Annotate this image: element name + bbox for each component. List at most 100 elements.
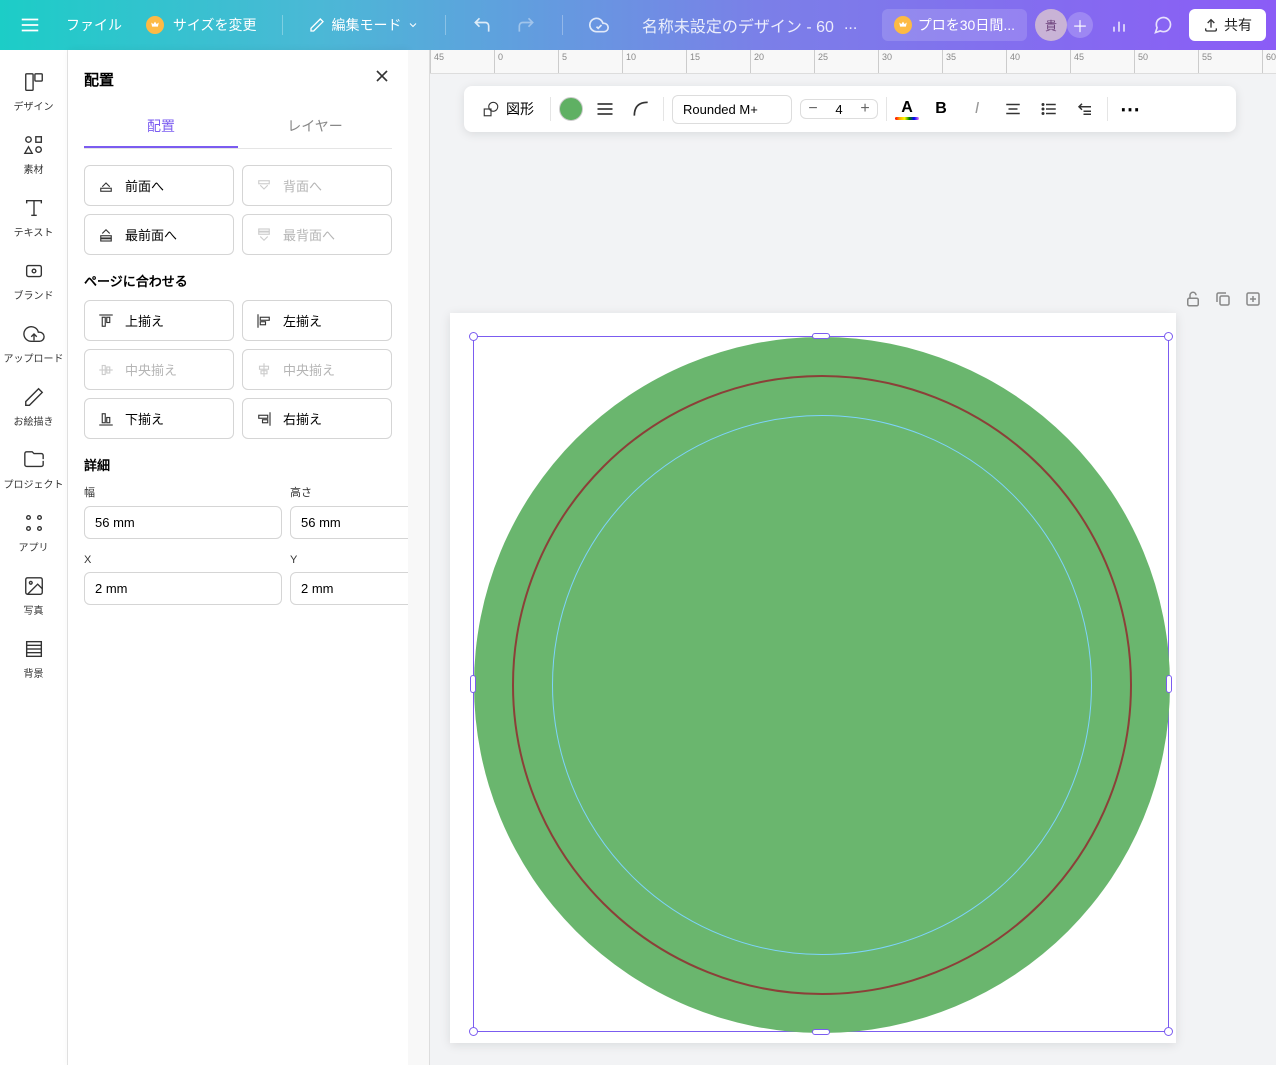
design-icon (22, 70, 46, 94)
align-left-button[interactable]: 左揃え (242, 300, 392, 341)
rail-background[interactable]: 背景 (0, 627, 67, 690)
ruler-horizontal: 45051015202530354045505560 (430, 50, 1276, 74)
forward-icon (97, 177, 115, 195)
apps-icon (22, 511, 46, 535)
selection-box[interactable] (473, 336, 1169, 1032)
menu-button[interactable] (10, 5, 50, 45)
backward-button: 背面へ (242, 165, 392, 206)
handle-right[interactable] (1166, 675, 1172, 693)
side-rail: デザイン 素材 テキスト ブランド アップロード お絵描き プロジェクト アプ (0, 50, 68, 1065)
detail-section-title: 詳細 (84, 455, 392, 474)
rail-elements[interactable]: 素材 (0, 123, 67, 186)
handle-bottom-left[interactable] (469, 1027, 478, 1036)
redo-button[interactable] (508, 7, 544, 43)
handle-top-left[interactable] (469, 332, 478, 341)
close-button[interactable] (372, 66, 392, 92)
rail-project[interactable]: プロジェクト (0, 438, 67, 501)
corner-icon (631, 99, 651, 119)
chevron-down-icon (407, 19, 419, 31)
cloud-sync-icon[interactable] (581, 7, 617, 43)
context-toolbar: 図形 Rounded M+ − 4 + A B I (464, 86, 1236, 132)
comment-button[interactable] (1145, 7, 1181, 43)
corner-style-button[interactable] (627, 95, 655, 123)
font-size-plus[interactable]: + (853, 100, 877, 118)
ruler-tick: 40 (1006, 50, 1070, 73)
font-size-value[interactable]: 4 (825, 102, 853, 117)
add-member-button[interactable]: ＋ (1067, 12, 1093, 38)
upload-icon (1203, 17, 1219, 33)
forward-button[interactable]: 前面へ (84, 165, 234, 206)
document-title[interactable]: 名称未設定のデザイン - 60 ... (625, 13, 873, 37)
pro-trial-button[interactable]: プロを30日間... (882, 9, 1027, 41)
italic-button[interactable]: I (963, 95, 991, 123)
ruler-tick: 10 (622, 50, 686, 73)
font-size-minus[interactable]: − (801, 100, 825, 118)
shape-button[interactable]: 図形 (474, 95, 542, 123)
analytics-button[interactable] (1101, 7, 1137, 43)
background-icon (22, 637, 46, 661)
rail-design[interactable]: デザイン (0, 60, 67, 123)
ruler-tick: 50 (1134, 50, 1198, 73)
rail-text[interactable]: テキスト (0, 186, 67, 249)
handle-top-right[interactable] (1164, 332, 1173, 341)
handle-bottom[interactable] (812, 1029, 830, 1035)
file-menu[interactable]: ファイル (58, 15, 130, 35)
rail-brand[interactable]: ブランド (0, 249, 67, 312)
resize-button[interactable]: サイズを変更 (138, 15, 264, 35)
more-button[interactable]: ⋯ (1116, 95, 1144, 123)
canvas-area: 45051015202530354045505560 図形 Rounded M+… (408, 50, 1276, 1065)
app-header: ファイル サイズを変更 編集モード 名称未設定のデザイン - 60 ... プロ… (0, 0, 1276, 50)
align-bottom-button[interactable]: 下揃え (84, 398, 234, 439)
upload-icon (22, 322, 46, 346)
align-right-button[interactable]: 右揃え (242, 398, 392, 439)
shape-circle-blue-outline[interactable] (552, 415, 1092, 955)
crown-icon (894, 16, 912, 34)
handle-left[interactable] (470, 675, 476, 693)
text-align-button[interactable] (999, 95, 1027, 123)
align-center-h-button: 中央揃え (242, 349, 392, 390)
font-select[interactable]: Rounded M+ (672, 95, 792, 124)
list-button[interactable] (1035, 95, 1063, 123)
rail-draw[interactable]: お絵描き (0, 375, 67, 438)
width-input[interactable] (84, 506, 282, 539)
font-size-stepper: − 4 + (800, 99, 878, 119)
align-left-icon (255, 312, 273, 330)
panel-title: 配置 (84, 69, 114, 90)
align-top-button[interactable]: 上揃え (84, 300, 234, 341)
text-color-button[interactable]: A (895, 99, 919, 120)
back-button: 最背面へ (242, 214, 392, 255)
rail-apps[interactable]: アプリ (0, 501, 67, 564)
separator (445, 15, 446, 35)
add-page-button[interactable] (1244, 290, 1262, 313)
rail-photo[interactable]: 写真 (0, 564, 67, 627)
fill-color-swatch[interactable] (559, 97, 583, 121)
share-button[interactable]: 共有 (1189, 9, 1266, 41)
stroke-icon (595, 99, 615, 119)
user-avatar[interactable]: 貴 (1035, 9, 1067, 41)
ruler-tick: 60 (1262, 50, 1276, 73)
text-icon (22, 196, 46, 220)
handle-top[interactable] (812, 333, 830, 339)
stroke-style-button[interactable] (591, 95, 619, 123)
rail-upload[interactable]: アップロード (0, 312, 67, 375)
align-center-v-icon (97, 361, 115, 379)
duplicate-page-button[interactable] (1214, 290, 1232, 313)
ruler-tick: 0 (494, 50, 558, 73)
ruler-tick: 45 (1070, 50, 1134, 73)
lock-page-button[interactable] (1184, 290, 1202, 313)
bold-button[interactable]: B (927, 95, 955, 123)
canvas-page[interactable] (450, 313, 1176, 1043)
front-button[interactable]: 最前面へ (84, 214, 234, 255)
align-right-icon (255, 410, 273, 428)
handle-bottom-right[interactable] (1164, 1027, 1173, 1036)
align-section-title: ページに合わせる (84, 271, 392, 290)
ruler-tick: 45 (430, 50, 494, 73)
spacing-button[interactable] (1071, 95, 1099, 123)
brand-icon (22, 259, 46, 283)
tab-position[interactable]: 配置 (84, 106, 238, 148)
ruler-tick: 20 (750, 50, 814, 73)
x-input[interactable] (84, 572, 282, 605)
undo-button[interactable] (464, 7, 500, 43)
tab-layer[interactable]: レイヤー (238, 106, 392, 148)
edit-mode-button[interactable]: 編集モード (301, 15, 427, 35)
